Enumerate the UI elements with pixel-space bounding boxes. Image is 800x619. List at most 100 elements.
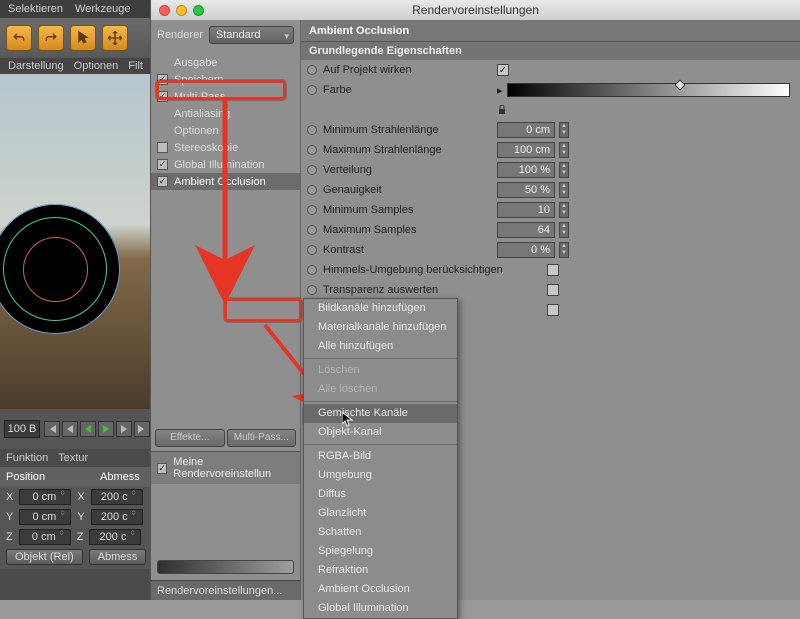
ctx-refraktion[interactable]: Refraktion: [304, 561, 457, 580]
pos-z-input[interactable]: 0 cm: [19, 529, 71, 545]
window-title: Rendervoreinstellungen: [151, 3, 800, 17]
ctx-umgebung[interactable]: Umgebung: [304, 466, 457, 485]
tool-redo-icon[interactable]: [38, 25, 64, 51]
tool-undo-icon[interactable]: [6, 25, 32, 51]
tool-move-icon[interactable]: [102, 25, 128, 51]
eigen-checkbox[interactable]: [547, 304, 559, 316]
tree-speichern[interactable]: Speichern: [151, 71, 300, 88]
spinner-icon[interactable]: ▲▼: [559, 222, 569, 238]
min-samples-input[interactable]: 10: [497, 202, 555, 218]
footer-tab[interactable]: Rendervoreinstellungen...: [151, 580, 300, 600]
checkbox-icon[interactable]: [157, 159, 168, 170]
viewport-sphere[interactable]: [0, 204, 120, 334]
ctx-gemischte-kanaele[interactable]: Gemischte Kanäle: [304, 404, 457, 423]
ctx-glanzlicht[interactable]: Glanzlicht: [304, 504, 457, 523]
checkbox-icon[interactable]: [157, 74, 168, 85]
auf-projekt-checkbox[interactable]: [497, 64, 509, 76]
max-strahl-input[interactable]: 100 cm: [497, 142, 555, 158]
tool-cursor-icon[interactable]: [70, 25, 96, 51]
prop-genauigkeit: Genauigkeit: [323, 184, 493, 196]
ctx-materialkanaele[interactable]: Materialkanäle hinzufügen: [304, 318, 457, 337]
tab-textur[interactable]: Textur: [58, 452, 88, 464]
verteilung-input[interactable]: 100 %: [497, 162, 555, 178]
submenu-filter[interactable]: Filt: [128, 60, 143, 72]
color-gradient[interactable]: [507, 83, 790, 97]
anim-dot-icon[interactable]: [307, 265, 317, 275]
menu-separator: [304, 358, 457, 359]
anim-dot-icon[interactable]: [307, 145, 317, 155]
anim-dot-icon[interactable]: [307, 245, 317, 255]
himmel-checkbox[interactable]: [547, 264, 559, 276]
ctx-global-illumination[interactable]: Global Illumination: [304, 599, 457, 618]
size-y-input[interactable]: 200 c: [91, 509, 143, 525]
pos-x-input[interactable]: 0 cm: [19, 489, 71, 505]
gradient-marker-icon[interactable]: [675, 79, 686, 90]
ctx-spiegelung[interactable]: Spiegelung: [304, 542, 457, 561]
window-titlebar[interactable]: Rendervoreinstellungen: [151, 0, 800, 20]
play-back-icon[interactable]: [80, 421, 96, 437]
ctx-diffus[interactable]: Diffus: [304, 485, 457, 504]
preview-slider[interactable]: [157, 560, 294, 574]
menu-selektieren[interactable]: Selektieren: [8, 3, 63, 15]
tab-funktion[interactable]: Funktion: [6, 452, 48, 464]
coord-mode-select[interactable]: Objekt (Rel): [6, 549, 83, 565]
menu-werkzeuge[interactable]: Werkzeuge: [75, 3, 130, 15]
size-x-input[interactable]: 200 c: [91, 489, 143, 505]
tree-ambient-occlusion[interactable]: Ambient Occlusion: [151, 173, 300, 190]
spinner-icon[interactable]: ▲▼: [559, 202, 569, 218]
kontrast-input[interactable]: 0 %: [497, 242, 555, 258]
ctx-rgba-bild[interactable]: RGBA-Bild: [304, 447, 457, 466]
viewport[interactable]: [0, 74, 150, 409]
size-mode-select[interactable]: Abmess: [89, 549, 147, 565]
genauigkeit-input[interactable]: 50 %: [497, 182, 555, 198]
anim-dot-icon[interactable]: [307, 285, 317, 295]
pos-y-input[interactable]: 0 cm: [19, 509, 71, 525]
spinner-icon[interactable]: ▲▼: [559, 122, 569, 138]
play-fwd-icon[interactable]: [98, 421, 114, 437]
tree-stereoskopie[interactable]: Stereoskopie: [151, 139, 300, 156]
size-z-input[interactable]: 200 c: [89, 529, 141, 545]
effekte-button[interactable]: Effekte...: [155, 429, 225, 447]
spinner-icon[interactable]: ▲▼: [559, 242, 569, 258]
expand-icon[interactable]: ▸: [497, 84, 503, 97]
prev-frame-icon[interactable]: [62, 421, 78, 437]
max-samples-input[interactable]: 64: [497, 222, 555, 238]
anim-dot-icon[interactable]: [307, 85, 317, 95]
anim-dot-icon[interactable]: [307, 225, 317, 235]
spinner-icon[interactable]: ▲▼: [559, 162, 569, 178]
renderer-select[interactable]: Standard: [209, 26, 294, 44]
preset-row[interactable]: Meine Rendervoreinstellun: [151, 451, 300, 484]
anim-dot-icon[interactable]: [307, 185, 317, 195]
spinner-icon[interactable]: ▲▼: [559, 142, 569, 158]
prop-transparenz: Transparenz auswerten: [323, 284, 543, 296]
anim-dot-icon[interactable]: [307, 165, 317, 175]
anim-dot-icon[interactable]: [307, 205, 317, 215]
tree-ausgabe[interactable]: Ausgabe: [151, 54, 300, 71]
next-frame-icon[interactable]: [116, 421, 132, 437]
min-strahl-input[interactable]: 0 cm: [497, 122, 555, 138]
ctx-ambient-occlusion[interactable]: Ambient Occlusion: [304, 580, 457, 599]
multipass-button[interactable]: Multi-Pass...: [227, 429, 297, 447]
tree-multipass[interactable]: Multi-Pass: [151, 88, 300, 105]
frame-field[interactable]: 100 B: [4, 420, 40, 438]
ctx-objekt-kanal[interactable]: Objekt-Kanal: [304, 423, 457, 442]
tree-optionen[interactable]: Optionen: [151, 122, 300, 139]
transparenz-checkbox[interactable]: [547, 284, 559, 296]
ctx-alle-hinzufuegen[interactable]: Alle hinzufügen: [304, 337, 457, 356]
submenu-optionen[interactable]: Optionen: [74, 60, 119, 72]
ctx-schatten[interactable]: Schatten: [304, 523, 457, 542]
anim-dot-icon[interactable]: [307, 125, 317, 135]
spinner-icon[interactable]: ▲▼: [559, 182, 569, 198]
goto-end-icon[interactable]: [134, 421, 150, 437]
lock-icon[interactable]: [497, 105, 507, 115]
checkbox-icon[interactable]: [157, 176, 168, 187]
checkbox-icon[interactable]: [157, 91, 168, 102]
tree-global-illumination[interactable]: Global Illumination: [151, 156, 300, 173]
submenu-darstellung[interactable]: Darstellung: [8, 60, 64, 72]
checkbox-icon[interactable]: [157, 463, 167, 474]
ctx-bildkanaele[interactable]: Bildkanäle hinzufügen: [304, 299, 457, 318]
tree-antialiasing[interactable]: Antialiasing: [151, 105, 300, 122]
goto-start-icon[interactable]: [44, 421, 60, 437]
checkbox-icon[interactable]: [157, 142, 168, 153]
anim-dot-icon[interactable]: [307, 65, 317, 75]
